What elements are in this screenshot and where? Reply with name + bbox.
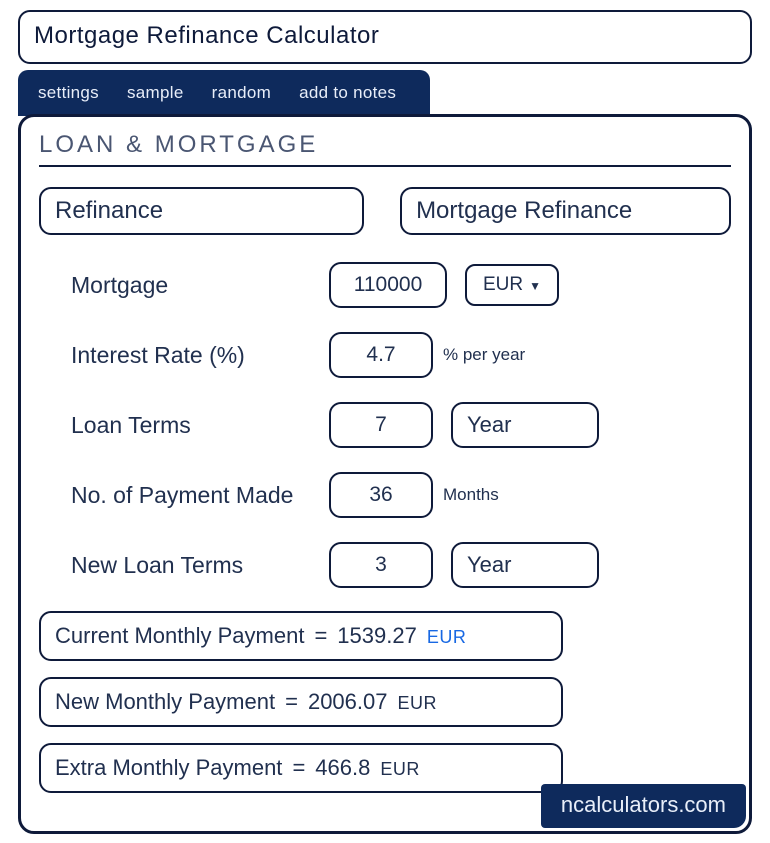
result-current: Current Monthly Payment = 1539.27 EUR bbox=[39, 611, 563, 661]
row-mortgage: Mortgage 110000 EUR ▼ bbox=[71, 261, 731, 309]
input-interest[interactable]: 4.7 bbox=[329, 332, 433, 378]
result-new-unit: EUR bbox=[397, 693, 437, 714]
results: Current Monthly Payment = 1539.27 EUR Ne… bbox=[39, 611, 731, 793]
form: Mortgage 110000 EUR ▼ Interest Rate (%) … bbox=[39, 261, 731, 589]
tab-add-to-notes[interactable]: add to notes bbox=[285, 77, 410, 109]
result-extra: Extra Monthly Payment = 466.8 EUR bbox=[39, 743, 563, 793]
equals-sign: = bbox=[314, 623, 327, 649]
tabs: settings sample random add to notes bbox=[18, 70, 430, 116]
label-mortgage: Mortgage bbox=[71, 271, 329, 300]
result-new-label: New Monthly Payment bbox=[55, 689, 275, 715]
category-refinance[interactable]: Refinance bbox=[39, 187, 364, 235]
unit-interest: % per year bbox=[443, 345, 525, 365]
category-row: Refinance Mortgage Refinance bbox=[39, 187, 731, 235]
main-panel: LOAN & MORTGAGE Refinance Mortgage Refin… bbox=[18, 114, 752, 834]
unit-payments: Months bbox=[443, 485, 499, 505]
row-terms: Loan Terms 7 Year bbox=[71, 401, 731, 449]
select-terms-unit[interactable]: Year bbox=[451, 402, 599, 448]
input-payments[interactable]: 36 bbox=[329, 472, 433, 518]
result-extra-unit: EUR bbox=[380, 759, 420, 780]
page-title: Mortgage Refinance Calculator bbox=[18, 10, 752, 64]
currency-select[interactable]: EUR ▼ bbox=[465, 264, 559, 306]
currency-value: EUR bbox=[483, 274, 523, 296]
result-extra-value: 466.8 bbox=[315, 755, 370, 781]
app: Mortgage Refinance Calculator settings s… bbox=[0, 0, 770, 843]
equals-sign: = bbox=[292, 755, 305, 781]
result-current-unit[interactable]: EUR bbox=[427, 627, 467, 648]
tab-sample[interactable]: sample bbox=[113, 77, 198, 109]
tab-settings[interactable]: settings bbox=[24, 77, 113, 109]
label-payments: No. of Payment Made bbox=[71, 481, 329, 510]
input-newterms[interactable]: 3 bbox=[329, 542, 433, 588]
category-mortgage-refinance[interactable]: Mortgage Refinance bbox=[400, 187, 731, 235]
section-title: LOAN & MORTGAGE bbox=[39, 131, 731, 167]
result-new-value: 2006.07 bbox=[308, 689, 388, 715]
chevron-down-icon: ▼ bbox=[529, 279, 541, 293]
tab-random[interactable]: random bbox=[198, 77, 285, 109]
row-interest: Interest Rate (%) 4.7 % per year bbox=[71, 331, 731, 379]
result-extra-label: Extra Monthly Payment bbox=[55, 755, 282, 781]
row-newterms: New Loan Terms 3 Year bbox=[71, 541, 731, 589]
input-mortgage[interactable]: 110000 bbox=[329, 262, 447, 308]
label-newterms: New Loan Terms bbox=[71, 551, 329, 580]
equals-sign: = bbox=[285, 689, 298, 715]
input-terms[interactable]: 7 bbox=[329, 402, 433, 448]
label-interest: Interest Rate (%) bbox=[71, 341, 329, 370]
result-current-value: 1539.27 bbox=[337, 623, 417, 649]
select-newterms-unit[interactable]: Year bbox=[451, 542, 599, 588]
result-current-label: Current Monthly Payment bbox=[55, 623, 304, 649]
result-new: New Monthly Payment = 2006.07 EUR bbox=[39, 677, 563, 727]
row-payments: No. of Payment Made 36 Months bbox=[71, 471, 731, 519]
label-terms: Loan Terms bbox=[71, 411, 329, 440]
brand-link[interactable]: ncalculators.com bbox=[541, 784, 746, 828]
